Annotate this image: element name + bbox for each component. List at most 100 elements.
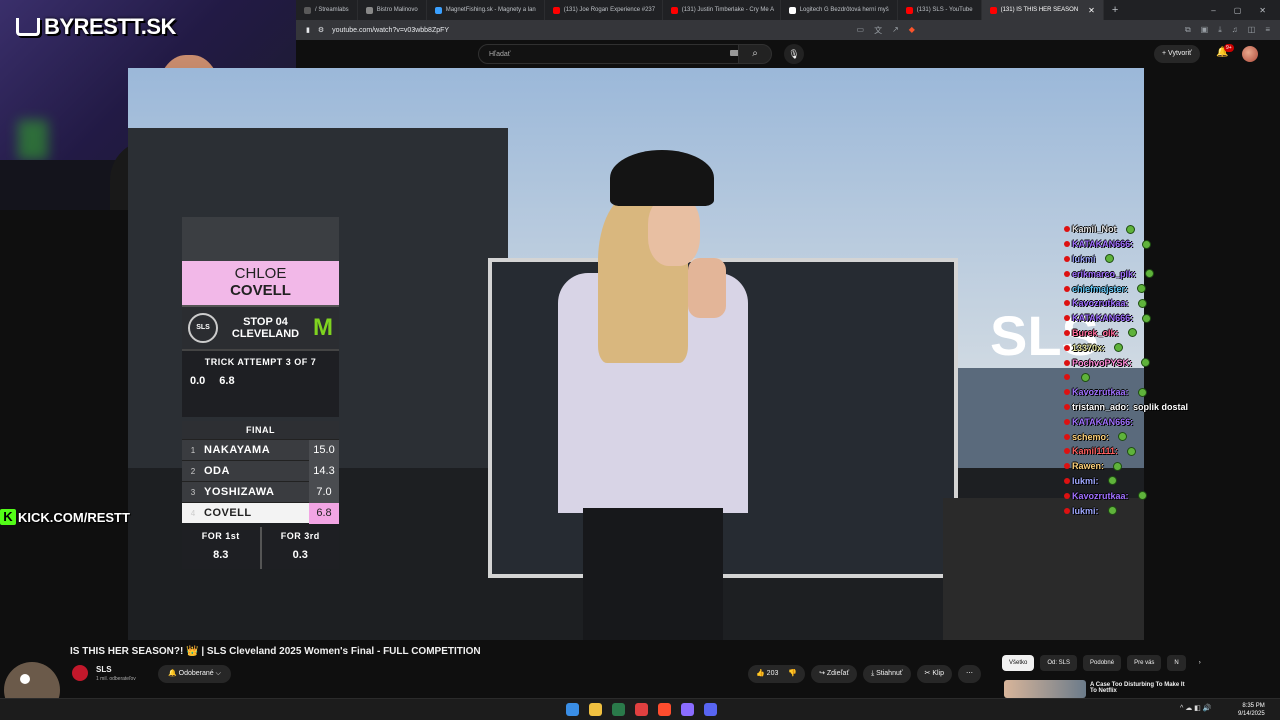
taskbar-app-icon[interactable] (704, 703, 717, 716)
scoreboard-header (182, 217, 339, 261)
window-controls: – ▢ ✕ (1211, 6, 1280, 15)
create-button[interactable]: + Vytvoriť (1154, 45, 1200, 63)
subscribed-button[interactable]: 🔔 Odoberané ⌵ (158, 665, 231, 683)
channel-avatar[interactable] (72, 665, 88, 681)
channel-name[interactable]: SLS (96, 665, 112, 674)
browser-tab[interactable]: MagnetFishing.sk - Magnety a lan (427, 0, 545, 20)
brave-shield-icon[interactable]: ◆ (909, 25, 915, 36)
download-button[interactable]: ⤓ Stiahnuť (863, 665, 911, 683)
tab-label: Bistro Malinovo (376, 7, 418, 13)
clock-date: 9/14/2025 (1238, 711, 1265, 717)
new-tab-button[interactable]: + (1104, 4, 1126, 16)
standings-rank: 1 (190, 445, 196, 455)
chat-username: schemo: (1072, 431, 1110, 442)
browser-tab[interactable]: (131) Joe Rogan Experience #237 (545, 0, 663, 20)
for-first: FOR 1st 8.3 (182, 527, 262, 569)
chat-username: Burek_olk: (1072, 327, 1119, 338)
menu-icon[interactable]: ≡ (1265, 25, 1270, 36)
standings-rank: 2 (190, 466, 196, 476)
browser-tab[interactable]: Bistro Malinovo (358, 0, 427, 20)
chat-badge-icon (1064, 448, 1070, 455)
chat-badge-icon (1064, 492, 1070, 499)
standings-row: 2 ODA 14.3 (182, 460, 339, 482)
recommendation-title[interactable]: A Case Too Disturbing To Make It To Netf… (1090, 682, 1190, 694)
scores-needed: FOR 1st 8.3 FOR 3rd 0.3 (182, 527, 339, 569)
chat-message: Kavozrutkaa: (1064, 296, 1280, 311)
browser-tab[interactable]: (131) SLS - YouTube (898, 0, 982, 20)
taskbar-app-icon[interactable] (635, 703, 648, 716)
chat-username: chiefmajster: (1072, 283, 1129, 294)
extensions-icon[interactable]: ⧉ (1185, 25, 1191, 36)
share-button[interactable]: ↪ Zdieľať (811, 665, 858, 683)
cast-icon[interactable]: ▭ (857, 25, 865, 36)
site-info-icon[interactable]: ⚙ (318, 26, 324, 34)
recommendation-thumbnail[interactable] (1004, 680, 1086, 698)
tab-label: (131) Justin Timberlake - Cry Me A (681, 7, 775, 13)
taskbar-app-icon[interactable] (658, 703, 671, 716)
chat-badge-icon (1064, 300, 1070, 307)
filter-chip[interactable]: Všetko (1002, 655, 1035, 671)
translate-icon[interactable]: 文 (874, 25, 882, 36)
browser-tab[interactable]: (131) IS THIS HER SEASON ✕ (981, 0, 1104, 20)
voice-search-button[interactable]: 🎙 (784, 44, 804, 64)
taskbar-app-icon[interactable] (612, 703, 625, 716)
sidebar-icon[interactable]: ◫ (1248, 25, 1256, 36)
chat-badge-icon (1064, 344, 1070, 351)
dislike-icon[interactable]: 👎 (788, 665, 797, 683)
chat-text: soplik dostal (1133, 401, 1189, 412)
url-field[interactable]: youtube.com/watch?v=v03wbb8ZpFY (332, 27, 449, 34)
taskbar-apps (566, 703, 717, 716)
wallet-icon[interactable]: ▣ (1201, 25, 1209, 36)
mascot-eye (20, 674, 30, 684)
maximize-button[interactable]: ▢ (1234, 6, 1242, 15)
rider-pants (583, 508, 723, 640)
standings-row: 1 NAKAYAMA 15.0 (182, 439, 339, 461)
filter-chip[interactable]: Od: SLS (1040, 655, 1078, 671)
like-dislike-button[interactable]: 👍 203 👎 (748, 665, 806, 683)
chat-username: Rawen: (1072, 461, 1105, 472)
chat-badge-icon (1064, 374, 1070, 381)
attempt-score: 6.8 (219, 375, 235, 387)
chat-badge-icon (1064, 418, 1070, 425)
account-avatar[interactable] (1242, 46, 1258, 62)
chat-message: Kamil_Not (1064, 222, 1280, 237)
media-icon[interactable]: ♫ (1232, 25, 1238, 36)
clip-button[interactable]: ✂ Klip (916, 665, 952, 683)
close-tab-icon[interactable]: ✕ (1088, 6, 1095, 15)
taskbar-clock[interactable]: 8:35 PM 9/14/2025 (1238, 702, 1265, 718)
chat-emote-icon (1137, 284, 1147, 294)
taskbar-app-icon[interactable] (566, 703, 579, 716)
browser-tab[interactable]: (131) Justin Timberlake - Cry Me A (663, 0, 781, 20)
video-actions: 👍 203 👎 ↪ Zdieľať ⤓ Stiahnuť ✂ Klip ⋯ (748, 665, 981, 683)
download-icon[interactable]: ⤓ (1218, 25, 1222, 36)
chat-badge-icon (1064, 463, 1070, 470)
tab-label: (131) IS THIS HER SEASON (1000, 7, 1079, 13)
chat-username: lukmi: (1072, 475, 1099, 486)
chevron-right-icon[interactable]: › (1192, 655, 1208, 671)
taskbar-app-icon[interactable] (589, 703, 602, 716)
chat-message: lukmi: (1064, 474, 1280, 489)
chat-badge-icon (1064, 241, 1070, 248)
share-icon[interactable]: ↗ (892, 25, 899, 36)
filter-chip[interactable]: N (1167, 655, 1186, 671)
more-actions-button[interactable]: ⋯ (958, 665, 981, 683)
system-tray[interactable]: ^ ☁ ◧ 🔊 (1180, 704, 1211, 712)
filter-chip[interactable]: Podobné (1083, 655, 1122, 671)
filter-chip[interactable]: Pre vás (1127, 655, 1162, 671)
tab-label: / Streamlabs (315, 7, 349, 13)
browser-tab[interactable]: Logitech G Bezdrôtová herní myš (781, 0, 898, 20)
competition-scoreboard: CHLOE COVELL SLS STOP 04 CLEVELAND M TRI… (182, 217, 339, 579)
recommendation-chips: Všetko Od: SLS Podobné Pre vás N › (1002, 655, 1208, 671)
bookmark-icon[interactable]: ▮ (306, 26, 310, 34)
stop-info: STOP 04 CLEVELAND (232, 316, 299, 340)
search-button[interactable]: ⌕ (738, 44, 772, 64)
attempt-scores: 0.0 6.8 (190, 375, 331, 387)
close-window-button[interactable]: ✕ (1259, 6, 1266, 15)
minimize-button[interactable]: – (1211, 6, 1215, 15)
chat-username: lukmi: (1072, 505, 1099, 516)
search-input[interactable]: Hľadať (478, 44, 768, 64)
taskbar-app-icon[interactable] (681, 703, 694, 716)
chat-badge-icon (1064, 285, 1070, 292)
browser-tab[interactable]: / Streamlabs (296, 0, 358, 20)
